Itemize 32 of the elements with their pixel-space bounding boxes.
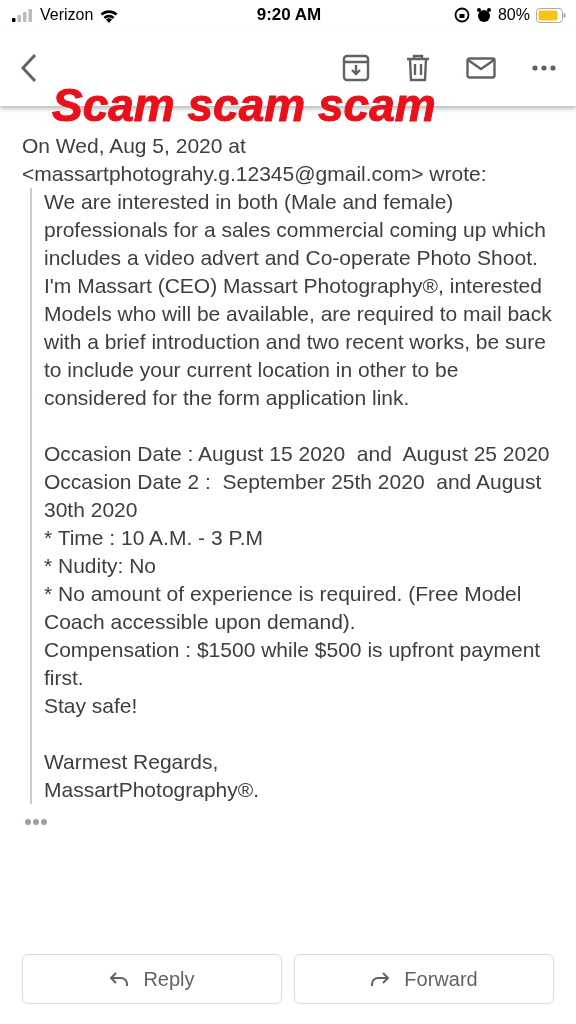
forward-icon — [370, 971, 391, 987]
carrier-name: Verizon — [40, 6, 94, 24]
message-text: * No amount of experience is required. (Free Model Coach accessible upon demand). — [44, 581, 523, 635]
message-text: Stay safe! — [44, 693, 139, 719]
archive-button[interactable] — [342, 54, 370, 82]
wifi-icon — [99, 7, 120, 23]
forward-button[interactable]: Forward — [294, 954, 554, 1004]
rotation-lock-icon — [453, 7, 470, 23]
message-text: Occasion Date : August 15 2020 and August 25 2020 — [44, 441, 551, 467]
quote-header: On Wed, Aug 5, 2020 at — [22, 133, 247, 159]
message-text: Occasion Date 2 : September 25th 2020 and August 30th 2020 — [44, 469, 543, 523]
message-text: I'm Massart (CEO) Massart Photography®, interested Models who will be available, are required to mail back with a brief introduction and two recent works, be sure to include your current location in other to be considered for the form application link. — [44, 273, 553, 411]
message-text: We are interested in both (Male and female) professionals for a sales commercial coming up which includes a video advert and Co-operate Photo Shoot. — [44, 189, 547, 271]
message-text: Warmest Regards, — [44, 749, 220, 775]
battery-icon — [536, 7, 566, 23]
delete-button[interactable] — [406, 54, 430, 82]
mail-button[interactable] — [466, 57, 496, 79]
message-text: MassartPhotography®. — [44, 777, 261, 803]
alarm-icon — [475, 7, 492, 23]
message-text: Compensation : $1500 while $500 is upfront payment first. — [44, 637, 542, 691]
more-button[interactable] — [532, 65, 556, 71]
more-dots-icon[interactable] — [24, 818, 48, 826]
message-text: * Time : 10 A.M. - 3 P.M — [44, 525, 265, 551]
back-button[interactable] — [20, 53, 38, 83]
reply-button[interactable]: Reply — [22, 954, 282, 1004]
message-text: * Nudity: No — [44, 553, 158, 579]
reply-icon — [109, 971, 130, 987]
clock-time: 9:20 AM — [256, 5, 322, 25]
scam-annotation: Scam scam scam — [52, 84, 436, 126]
battery-percent: 80% — [497, 6, 530, 24]
sender-email: <massartphotograhy.g.12345@gmail.com> wrote: — [22, 161, 488, 187]
signal-icon — [12, 8, 34, 22]
